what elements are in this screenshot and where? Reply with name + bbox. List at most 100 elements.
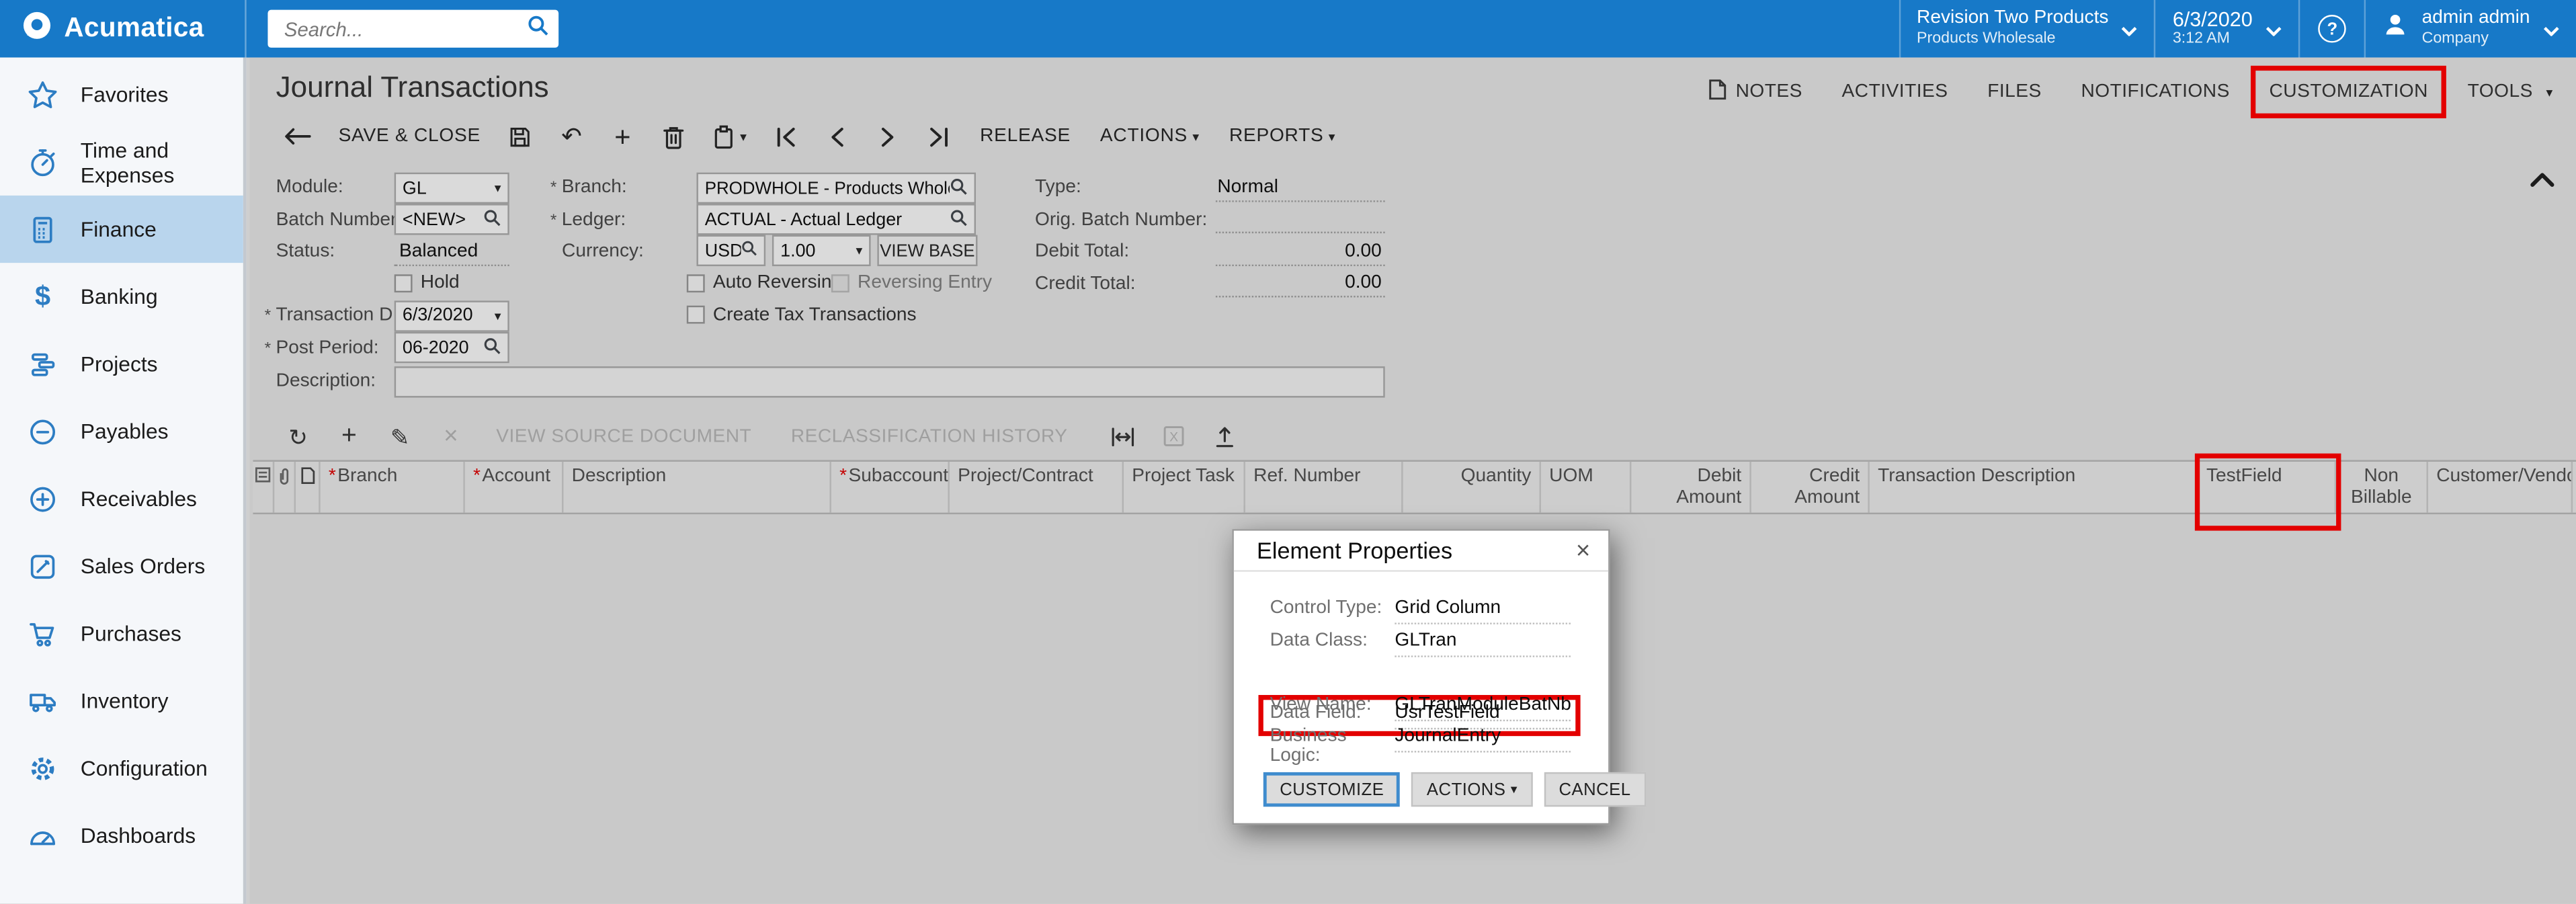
status-value: Balanced [394, 236, 509, 265]
ledger-lookup[interactable]: ACTUAL - Actual Ledger [696, 204, 976, 235]
gear-icon [26, 751, 59, 784]
column-header-branch[interactable]: *Branch [321, 462, 465, 513]
checkbox-icon [831, 274, 849, 292]
grid-header-row: *Branch *Account Description *Subaccount… [253, 460, 2576, 514]
post-period-lookup[interactable]: 06-2020 [394, 332, 509, 363]
column-header-non-billable[interactable]: Non Billable [2336, 462, 2428, 513]
branch-lookup[interactable]: PRODWHOLE - Products Wholesale [696, 173, 976, 204]
column-header-uom[interactable]: UOM [1541, 462, 1631, 513]
module-select[interactable]: GL▾ [394, 173, 509, 204]
notes-link[interactable]: NOTES [1709, 79, 1802, 105]
tools-link[interactable]: TOOLS▾ [2468, 82, 2553, 101]
description-input[interactable] [394, 366, 1385, 397]
sidebar-item-inventory[interactable]: Inventory [0, 667, 243, 734]
cancel-button[interactable]: CANCEL [1544, 772, 1646, 807]
files-link[interactable]: FILES [1987, 82, 2042, 101]
company-switcher[interactable]: Revision Two Products Products Wholesale [1899, 0, 2155, 58]
release-button[interactable]: RELEASE [980, 126, 1071, 146]
help-icon: ? [2319, 15, 2347, 43]
caret-down-icon[interactable]: ▾ [495, 308, 501, 323]
transaction-date-picker[interactable]: 6/3/2020▾ [394, 300, 509, 331]
column-header-customer-vendor[interactable]: Customer/Vendor [2428, 462, 2573, 513]
customization-link[interactable]: CUSTOMIZATION [2270, 82, 2428, 101]
sidebar-item-purchases[interactable]: Purchases [0, 600, 243, 667]
batch-number-lookup[interactable]: <NEW> [394, 204, 509, 235]
column-header-account[interactable]: *Account [465, 462, 564, 513]
column-header-ref-number[interactable]: Ref. Number [1245, 462, 1403, 513]
delete-icon[interactable] [648, 124, 699, 149]
clipboard-menu[interactable]: ▾ [699, 124, 761, 149]
currency-code-lookup[interactable]: USD [696, 235, 765, 266]
business-date-switcher[interactable]: 6/3/2020 3:12 AM [2155, 0, 2298, 58]
lookup-icon[interactable] [950, 177, 968, 200]
actions-menu-button[interactable]: ACTIONS▾ [1100, 126, 1200, 146]
notifications-link[interactable]: NOTIFICATIONS [2081, 82, 2229, 101]
sidebar-item-configuration[interactable]: Configuration [0, 735, 243, 802]
search-input[interactable] [281, 15, 528, 42]
close-icon[interactable]: × [1573, 538, 1593, 563]
search-icon[interactable] [528, 14, 549, 44]
user-name: admin admin [2422, 9, 2530, 30]
dialog-actions-button[interactable]: ACTIONS▾ [1412, 772, 1532, 807]
sidebar-item-label: Inventory [81, 688, 169, 713]
hold-checkbox[interactable]: Hold [394, 271, 460, 294]
fit-to-screen-icon[interactable] [1097, 426, 1148, 446]
go-next-button[interactable] [864, 126, 915, 147]
sidebar-item-payables[interactable]: Payables [0, 398, 243, 465]
currency-rate-select[interactable]: 1.00▾ [772, 235, 871, 266]
column-header-description[interactable]: Description [563, 462, 831, 513]
column-header-quantity[interactable]: Quantity [1403, 462, 1541, 513]
sidebar-item-time-and-expenses[interactable]: Time and Expenses [0, 128, 243, 196]
collapse-panel-chevron[interactable] [2530, 166, 2555, 196]
lookup-icon[interactable] [950, 208, 968, 231]
user-menu[interactable]: admin admin Company [2364, 0, 2576, 58]
sidebar-item-sales-orders[interactable]: Sales Orders [0, 532, 243, 600]
refresh-icon[interactable]: ↻ [273, 425, 324, 448]
caret-down-icon[interactable]: ▾ [856, 243, 863, 258]
column-header-debit-amount[interactable]: Debit Amount [1631, 462, 1751, 513]
add-row-icon[interactable]: + [324, 423, 375, 449]
create-tax-transactions-checkbox[interactable]: Create Tax Transactions [687, 303, 917, 326]
help-menu[interactable]: ? [2298, 0, 2364, 58]
branch-label: *Branch: [550, 173, 627, 202]
sidebar-item-projects[interactable]: Projects [0, 330, 243, 397]
upload-file-icon[interactable] [1199, 425, 1250, 448]
activities-link[interactable]: ACTIVITIES [1842, 82, 1948, 101]
caret-down-icon[interactable]: ▾ [495, 181, 501, 196]
global-search[interactable] [267, 10, 558, 48]
lookup-icon[interactable] [483, 208, 501, 231]
column-header-subaccount[interactable]: *Subaccount [831, 462, 950, 513]
lookup-icon[interactable] [741, 240, 757, 261]
sidebar-item-favorites[interactable]: Favorites [0, 60, 243, 128]
sidebar-item-finance[interactable]: Finance [0, 196, 243, 263]
save-icon[interactable] [495, 124, 546, 149]
column-header-project-contract[interactable]: Project/Contract [950, 462, 1124, 513]
save-and-close-button[interactable]: SAVE & CLOSE [339, 126, 481, 146]
property-row-data-class: Data Class:GLTran [1270, 630, 1571, 656]
add-new-icon[interactable]: + [597, 122, 649, 151]
go-previous-button[interactable] [813, 126, 864, 147]
reports-menu-button[interactable]: REPORTS▾ [1229, 126, 1335, 146]
auto-reversing-checkbox[interactable]: Auto Reversing [687, 271, 842, 294]
user-icon [2382, 11, 2409, 46]
go-last-button[interactable] [914, 126, 965, 147]
view-base-button[interactable]: VIEW BASE [877, 235, 977, 266]
company-name: Revision Two Products [1917, 9, 2108, 30]
sidebar-item-banking[interactable]: $ Banking [0, 263, 243, 330]
credit-total-label: Credit Total: [1035, 269, 1135, 298]
lookup-icon[interactable] [483, 336, 501, 359]
column-header-transaction-description[interactable]: Transaction Description [1870, 462, 2198, 513]
sidebar-item-receivables[interactable]: Receivables [0, 465, 243, 532]
go-first-button[interactable] [761, 126, 813, 147]
user-role: Company [2422, 31, 2530, 49]
column-header-credit-amount[interactable]: Credit Amount [1751, 462, 1870, 513]
undo-icon[interactable]: ↶ [546, 124, 597, 149]
column-header-testfield[interactable]: TestField [2198, 462, 2336, 513]
orig-batch-number-value [1216, 204, 1385, 233]
acumatica-logo[interactable]: Acumatica [0, 0, 247, 58]
column-header-project-task[interactable]: Project Task [1124, 462, 1245, 513]
edit-row-icon[interactable]: ✎ [374, 425, 425, 448]
customize-button[interactable]: CUSTOMIZE [1263, 772, 1401, 807]
sidebar-item-dashboards[interactable]: Dashboards [0, 802, 243, 869]
back-button[interactable] [273, 126, 324, 146]
